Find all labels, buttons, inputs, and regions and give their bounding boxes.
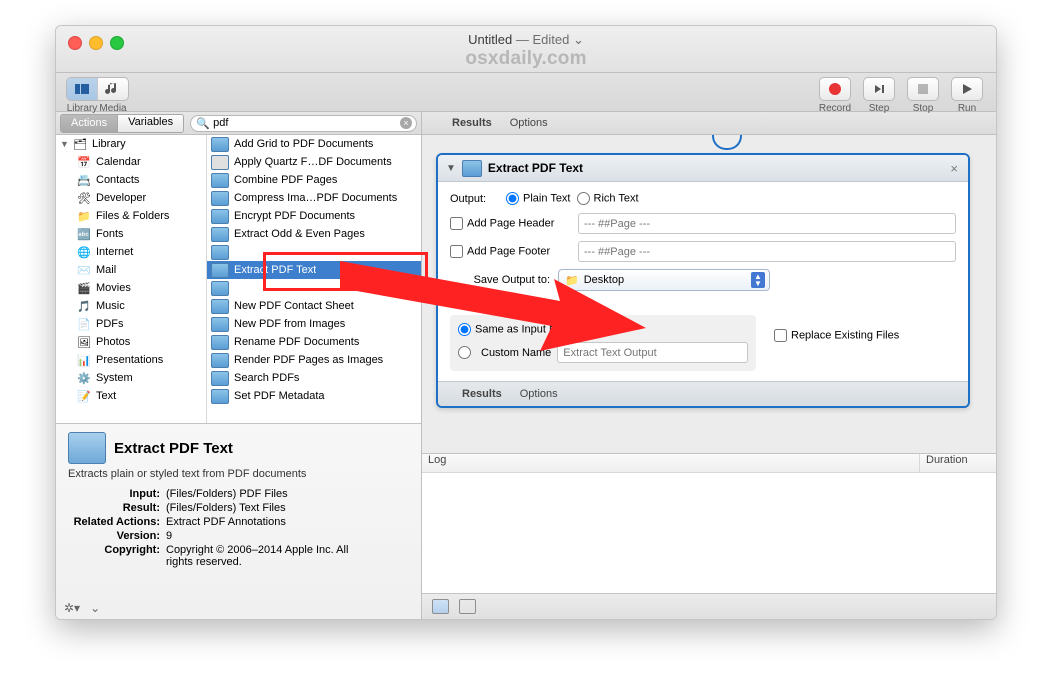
library-item[interactable]: 📁Files & Folders (56, 207, 206, 225)
right-panel: Results Options ▼ Extract PDF Text × Out… (422, 112, 996, 619)
checkbox-add-page-header[interactable]: Add Page Header (450, 217, 570, 230)
action-tab-results[interactable]: Results (462, 388, 502, 400)
detail-gear-icon[interactable]: ✲▾ (64, 601, 80, 615)
detail-description: Extracts plain or styled text from PDF d… (56, 468, 421, 488)
workflow-area[interactable]: ▼ Extract PDF Text × Output: Plain Text … (422, 135, 996, 453)
search-field[interactable]: 🔍 × (190, 115, 417, 132)
checkbox-replace-existing[interactable]: Replace Existing Files (774, 329, 899, 342)
search-input[interactable] (190, 115, 417, 132)
detail-expand-icon[interactable]: ⌄ (90, 601, 100, 615)
library-item[interactable]: ✉️Mail (56, 261, 206, 279)
library-item[interactable]: 🎵Music (56, 297, 206, 315)
log-col-header[interactable]: Log (422, 454, 920, 472)
action-item[interactable]: Compress Ima…PDF Documents (207, 189, 421, 207)
minimize-button[interactable] (89, 36, 103, 50)
library-root[interactable]: ▼🗂Library (56, 135, 206, 153)
tab-results[interactable]: Results (452, 117, 492, 129)
search-icon: 🔍 (196, 117, 210, 130)
log-panel: Log Duration (422, 453, 996, 619)
library-item[interactable]: 🖼Photos (56, 333, 206, 351)
library-label: Library (67, 103, 98, 114)
log-view-grid-icon[interactable] (459, 599, 476, 614)
popup-arrows-icon: ▲▼ (751, 272, 765, 288)
media-button[interactable] (98, 78, 128, 100)
detail-title: Extract PDF Text (114, 440, 233, 457)
actions-column[interactable]: Add Grid to PDF DocumentsApply Quartz F…… (207, 135, 421, 423)
log-view-list-icon[interactable] (432, 599, 449, 614)
library-item[interactable]: 📇Contacts (56, 171, 206, 189)
workflow-tabbar: Results Options (422, 112, 996, 135)
output-file-name-label: Output File Name: (450, 298, 956, 310)
library-item[interactable]: 🔤Fonts (56, 225, 206, 243)
titlebar: Untitled — Edited ⌄ osxdaily.com (56, 26, 996, 73)
checkbox-add-page-footer[interactable]: Add Page Footer (450, 245, 570, 258)
window-title: Untitled — Edited ⌄ (56, 32, 996, 48)
library-button[interactable] (67, 78, 98, 100)
library-item[interactable]: 📅Calendar (56, 153, 206, 171)
radio-custom-name[interactable]: Custom Name (458, 342, 748, 363)
footer-text-field[interactable] (578, 241, 956, 262)
output-label: Output: (450, 193, 500, 205)
action-item[interactable]: Combine PDF Pages (207, 171, 421, 189)
duration-col-header[interactable]: Duration (920, 454, 996, 472)
action-icon (462, 160, 482, 177)
content: Actions Variables 🔍 × ▼🗂Library 📅Calenda… (56, 112, 996, 619)
action-detail-icon (68, 432, 106, 464)
zoom-button[interactable] (110, 36, 124, 50)
library-column[interactable]: ▼🗂Library 📅Calendar📇Contacts🛠Developer📁F… (56, 135, 207, 423)
action-item[interactable]: New PDF from Images (207, 315, 421, 333)
action-item[interactable]: Encrypt PDF Documents (207, 207, 421, 225)
header-text-field[interactable] (578, 213, 956, 234)
action-item[interactable]: New PDF Contact Sheet (207, 297, 421, 315)
action-item[interactable]: Set PDF Metadata (207, 387, 421, 405)
left-panel: Actions Variables 🔍 × ▼🗂Library 📅Calenda… (56, 112, 422, 619)
save-destination-popup[interactable]: 📁 Desktop ▲▼ (558, 269, 770, 291)
action-item[interactable]: Extract Odd & Even Pages (207, 225, 421, 243)
radio-rich-text[interactable]: Rich Text (577, 192, 639, 205)
action-item[interactable] (207, 279, 421, 297)
media-label: Media (98, 103, 129, 114)
radio-same-as-input[interactable]: Same as Input Name (458, 323, 748, 336)
library-item[interactable]: 🎬Movies (56, 279, 206, 297)
action-title: Extract PDF Text (488, 161, 583, 175)
folder-icon: 📁 (565, 274, 579, 287)
run-button[interactable]: Run (948, 77, 986, 114)
record-button[interactable]: Record (816, 77, 854, 114)
action-item[interactable] (207, 243, 421, 261)
tab-actions[interactable]: Actions (61, 115, 118, 132)
automator-window: Untitled — Edited ⌄ osxdaily.com Library… (55, 25, 997, 620)
stop-button[interactable]: Stop (904, 77, 942, 114)
tab-variables[interactable]: Variables (118, 115, 183, 132)
tab-options[interactable]: Options (510, 117, 548, 129)
remove-action-button[interactable]: × (948, 161, 960, 176)
log-body (422, 473, 996, 593)
watermark: osxdaily.com (56, 48, 996, 70)
library-item[interactable]: ⚙️System (56, 369, 206, 387)
action-item[interactable]: Search PDFs (207, 369, 421, 387)
save-output-label: Save Output to: (450, 274, 550, 286)
library-item[interactable]: 📝Text (56, 387, 206, 405)
action-card-extract-pdf-text: ▼ Extract PDF Text × Output: Plain Text … (436, 153, 970, 408)
clear-search-icon[interactable]: × (400, 117, 412, 129)
library-item[interactable]: 📄PDFs (56, 315, 206, 333)
detail-table: Input:(Files/Folders) PDF Files Result:(… (56, 488, 421, 570)
step-button[interactable]: Step (860, 77, 898, 114)
action-item[interactable]: Add Grid to PDF Documents (207, 135, 421, 153)
workflow-connector (712, 135, 742, 150)
action-item[interactable]: Extract PDF Text (207, 261, 421, 279)
action-item[interactable]: Apply Quartz F…DF Documents (207, 153, 421, 171)
custom-name-field[interactable] (557, 342, 748, 363)
library-item[interactable]: 🌐Internet (56, 243, 206, 261)
action-tab-options[interactable]: Options (520, 388, 558, 400)
close-button[interactable] (68, 36, 82, 50)
library-item[interactable]: 🛠Developer (56, 189, 206, 207)
library-item[interactable]: 📊Presentations (56, 351, 206, 369)
action-item[interactable]: Rename PDF Documents (207, 333, 421, 351)
detail-panel: Extract PDF Text Extracts plain or style… (56, 423, 421, 619)
tab-switcher[interactable]: Actions Variables (60, 114, 184, 133)
action-item[interactable]: Render PDF Pages as Images (207, 351, 421, 369)
radio-plain-text[interactable]: Plain Text (506, 192, 571, 205)
disclosure-icon[interactable]: ▼ (446, 163, 456, 174)
